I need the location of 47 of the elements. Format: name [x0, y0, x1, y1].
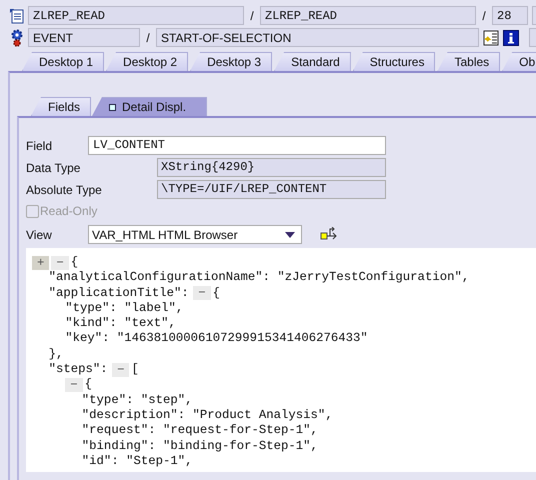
toggle-button[interactable]: −: [65, 378, 83, 392]
tab[interactable]: Desktop 3: [190, 52, 272, 71]
code-text: {: [84, 377, 92, 393]
data-type-label: Data Type: [26, 160, 82, 174]
field-input[interactable]: LV_CONTENT: [88, 136, 386, 155]
view-label: View: [26, 228, 53, 242]
tab[interactable]: Desktop 1: [22, 52, 104, 71]
field-label: Field: [26, 138, 54, 152]
toggle-button[interactable]: −: [51, 256, 69, 270]
separator-text: /: [146, 30, 150, 44]
code-text: {: [70, 255, 78, 270]
code-text: "request": "request-for-Step-1",: [82, 423, 318, 439]
tab[interactable]: Standard: [274, 52, 351, 71]
separator-text: /: [250, 8, 254, 22]
data-type-field: XString{4290}: [157, 158, 386, 177]
include-field: ZLREP_READ: [260, 6, 476, 25]
checkbox-label: Read-Only: [40, 204, 98, 218]
code-text: "kind": "text",: [65, 316, 176, 332]
code-text: {: [212, 286, 220, 301]
program-field: ZLREP_READ: [28, 6, 244, 25]
toggle-button[interactable]: −: [112, 362, 130, 377]
absolute-type-field: \TYPE=/UIF/LREP_CONTENT: [157, 180, 386, 199]
code-text: "type": "label",: [65, 300, 184, 316]
code-text: "id": "Step-1",: [82, 454, 192, 470]
tab[interactable]: Fields: [31, 97, 92, 116]
code-text: "steps":: [48, 362, 108, 378]
separator-text: /: [482, 8, 486, 22]
tab[interactable]: Tables: [437, 52, 500, 71]
code-text: "description": "Product Analysis",: [82, 408, 333, 424]
code-text: "binding": "binding-for-Step-1",: [82, 438, 318, 454]
tab[interactable]: Structures: [352, 52, 436, 71]
code-text: "key": "14638100006107299915341406276433": [65, 331, 368, 347]
tab[interactable]: Detail Displ.: [92, 97, 208, 116]
line-field: 28: [492, 6, 528, 25]
toggle-button[interactable]: −: [193, 286, 211, 300]
code-text: },: [48, 346, 64, 362]
absolute-type-label: Absolute Type: [26, 182, 103, 196]
event-type-field: EVENT: [28, 28, 140, 47]
view-dropdown[interactable]: VAR_HTML HTML Browser: [88, 225, 302, 244]
tab[interactable]: Ob: [502, 52, 536, 71]
event-field: START-OF-SELECTION: [156, 28, 479, 47]
toggle-button[interactable]: +: [32, 256, 50, 270]
code-text: "analyticalConfigurationName": "zJerryTestConfiguration",: [48, 270, 470, 286]
code-text: "applicationTitle":: [48, 286, 189, 301]
code-text: "type": "step",: [82, 392, 192, 408]
code-text: [: [131, 362, 139, 378]
tab[interactable]: Desktop 2: [106, 52, 188, 71]
